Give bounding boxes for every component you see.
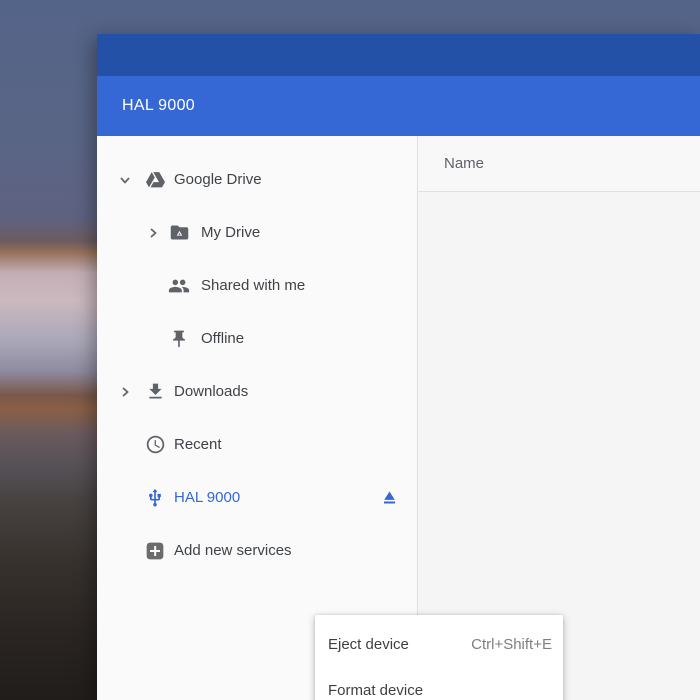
context-menu: Eject device Ctrl+Shift+E Format device …: [315, 615, 563, 700]
app-header: HAL 9000: [97, 76, 700, 136]
chevron-right-icon[interactable]: [113, 380, 137, 404]
sidebar-item-label: HAL 9000: [174, 489, 241, 506]
menu-item-label: Eject device: [328, 635, 409, 653]
file-list-header[interactable]: Name: [418, 136, 700, 192]
sidebar-item-offline[interactable]: Offline: [97, 312, 417, 365]
sidebar-item-downloads[interactable]: Downloads: [97, 365, 417, 418]
files-app-window: HAL 9000 Google Drive My Drive Shared wi…: [97, 34, 700, 700]
menu-item-eject-device[interactable]: Eject device Ctrl+Shift+E: [315, 621, 563, 667]
chevron-down-icon[interactable]: [113, 168, 137, 192]
usb-icon: [143, 486, 167, 510]
window-titlebar: [97, 34, 700, 76]
menu-item-label: Format device: [328, 681, 424, 699]
sidebar-item-label: Offline: [201, 330, 245, 347]
sidebar-item-my-drive[interactable]: My Drive: [97, 206, 417, 259]
people-icon: [167, 274, 191, 298]
menu-item-shortcut: Ctrl+Shift+E: [471, 635, 552, 653]
sidebar-item-google-drive[interactable]: Google Drive: [97, 153, 417, 206]
eject-button[interactable]: [375, 484, 403, 512]
menu-item-format-device[interactable]: Format device: [315, 667, 563, 700]
chevron-right-icon[interactable]: [141, 221, 165, 245]
pin-icon: [167, 327, 191, 351]
sidebar-item-add-new-services[interactable]: Add new services: [97, 524, 417, 577]
sidebar-item-label: Recent: [174, 436, 222, 453]
window-content: Google Drive My Drive Shared with me Off…: [97, 136, 700, 700]
drive-folder-icon: [167, 221, 191, 245]
download-icon: [143, 380, 167, 404]
sidebar-item-recent[interactable]: Recent: [97, 418, 417, 471]
eject-icon: [383, 491, 395, 504]
sidebar-item-label: Shared with me: [201, 277, 306, 294]
sidebar-item-label: My Drive: [201, 224, 261, 241]
sidebar-item-hal-9000[interactable]: HAL 9000: [97, 471, 417, 524]
page-title: HAL 9000: [122, 97, 195, 114]
sidebar-item-label: Google Drive: [174, 171, 262, 188]
sidebar-item-label: Downloads: [174, 383, 249, 400]
google-drive-icon: [143, 168, 167, 192]
clock-icon: [143, 433, 167, 457]
sidebar-item-shared-with-me[interactable]: Shared with me: [97, 259, 417, 312]
name-column-header[interactable]: Name: [444, 155, 484, 172]
sidebar-item-label: Add new services: [174, 542, 292, 559]
add-icon: [143, 539, 167, 563]
